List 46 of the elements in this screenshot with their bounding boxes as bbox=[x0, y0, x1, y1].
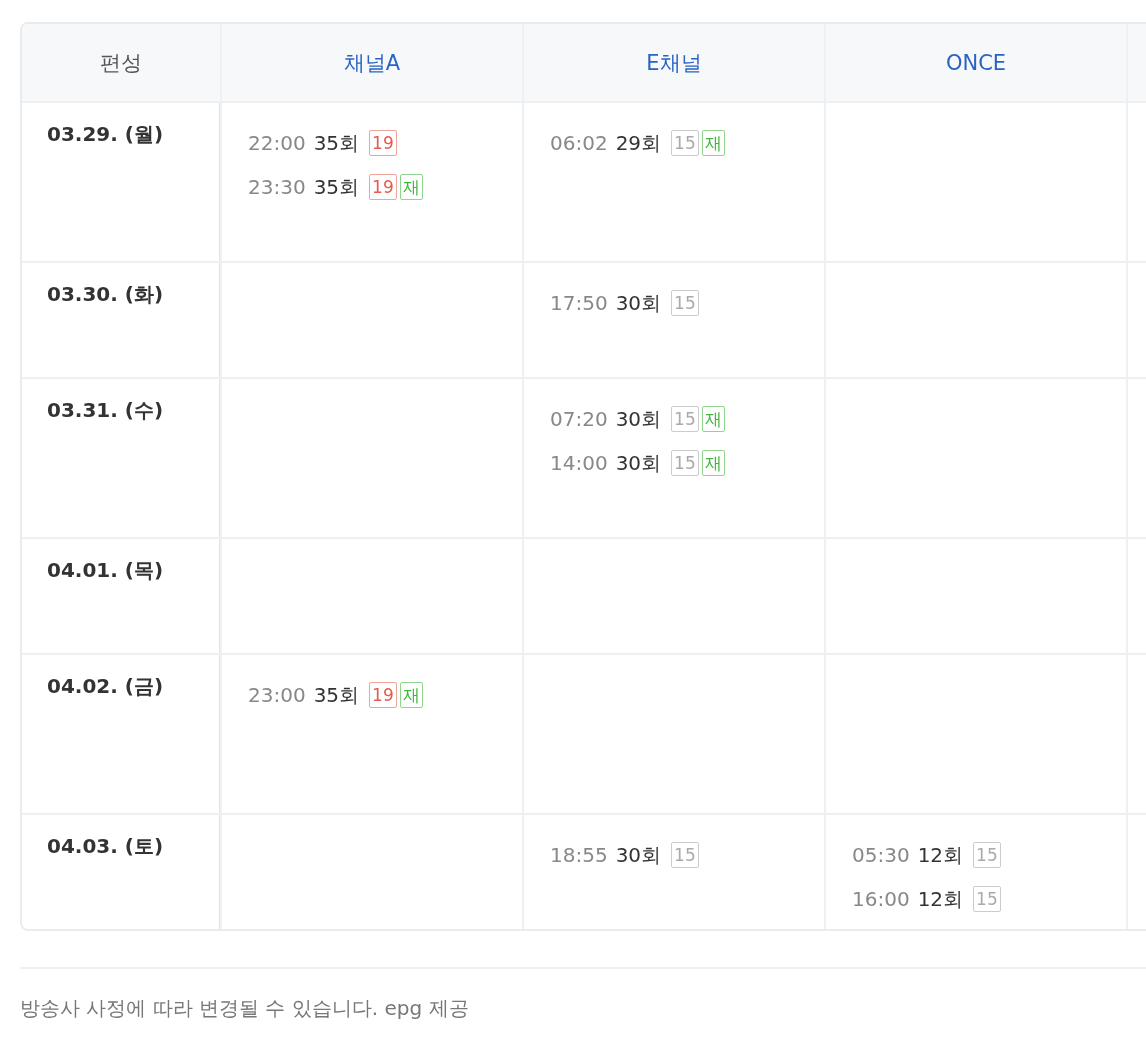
rerun-tag: 재 bbox=[701, 406, 725, 432]
episode-number: 30회 bbox=[615, 405, 662, 433]
episode-number: 29회 bbox=[615, 129, 662, 157]
age-rating-tag: 15 bbox=[973, 886, 1001, 912]
air-time: 22:00 bbox=[248, 131, 306, 155]
episode-number: 12회 bbox=[917, 841, 964, 869]
air-time: 16:00 bbox=[852, 887, 910, 911]
episode-number: 35회 bbox=[313, 173, 360, 201]
age-rating-tag: 15 bbox=[671, 450, 699, 476]
air-time: 23:00 bbox=[248, 683, 306, 707]
age-rating-tag: 19 bbox=[369, 174, 397, 200]
episode-number: 35회 bbox=[313, 129, 360, 157]
rerun-tag: 재 bbox=[399, 174, 423, 200]
age-rating-tag: 15 bbox=[671, 290, 699, 316]
episode-number: 30회 bbox=[615, 449, 662, 477]
column-header[interactable]: E채널 bbox=[522, 24, 824, 101]
date-label: 03.29. (월) bbox=[47, 122, 164, 146]
age-rating-tag: 15 bbox=[671, 406, 699, 432]
episode-number: 30회 bbox=[615, 289, 662, 317]
rerun-tag: 재 bbox=[701, 130, 725, 156]
age-rating-tag: 19 bbox=[369, 130, 397, 156]
episode-number: 12회 bbox=[917, 885, 964, 913]
age-rating-tag: 15 bbox=[671, 130, 699, 156]
episode-number: 30회 bbox=[615, 841, 662, 869]
age-rating-tag: 15 bbox=[973, 842, 1001, 868]
date-label: 04.03. (토) bbox=[47, 834, 164, 858]
episode-number: 35회 bbox=[313, 681, 360, 709]
rerun-tag: 재 bbox=[701, 450, 725, 476]
column-header[interactable]: 채널A bbox=[220, 24, 522, 101]
air-time: 17:50 bbox=[550, 291, 608, 315]
rerun-tag: 재 bbox=[399, 682, 423, 708]
date-label: 04.01. (목) bbox=[47, 558, 164, 582]
age-rating-tag: 15 bbox=[671, 842, 699, 868]
air-time: 23:30 bbox=[248, 175, 306, 199]
column-header: 편성 bbox=[99, 49, 143, 77]
air-time: 07:20 bbox=[550, 407, 608, 431]
air-time: 06:02 bbox=[550, 131, 608, 155]
age-rating-tag: 19 bbox=[369, 682, 397, 708]
date-label: 03.31. (수) bbox=[47, 398, 164, 422]
air-time: 05:30 bbox=[852, 843, 910, 867]
footer-note: 방송사 사정에 따라 변경될 수 있습니다. epg 제공 bbox=[20, 996, 469, 1020]
column-header[interactable]: ONCE bbox=[824, 24, 1126, 101]
air-time: 14:00 bbox=[550, 451, 608, 475]
air-time: 18:55 bbox=[550, 843, 608, 867]
date-label: 04.02. (금) bbox=[47, 674, 164, 698]
date-label: 03.30. (화) bbox=[47, 282, 164, 306]
